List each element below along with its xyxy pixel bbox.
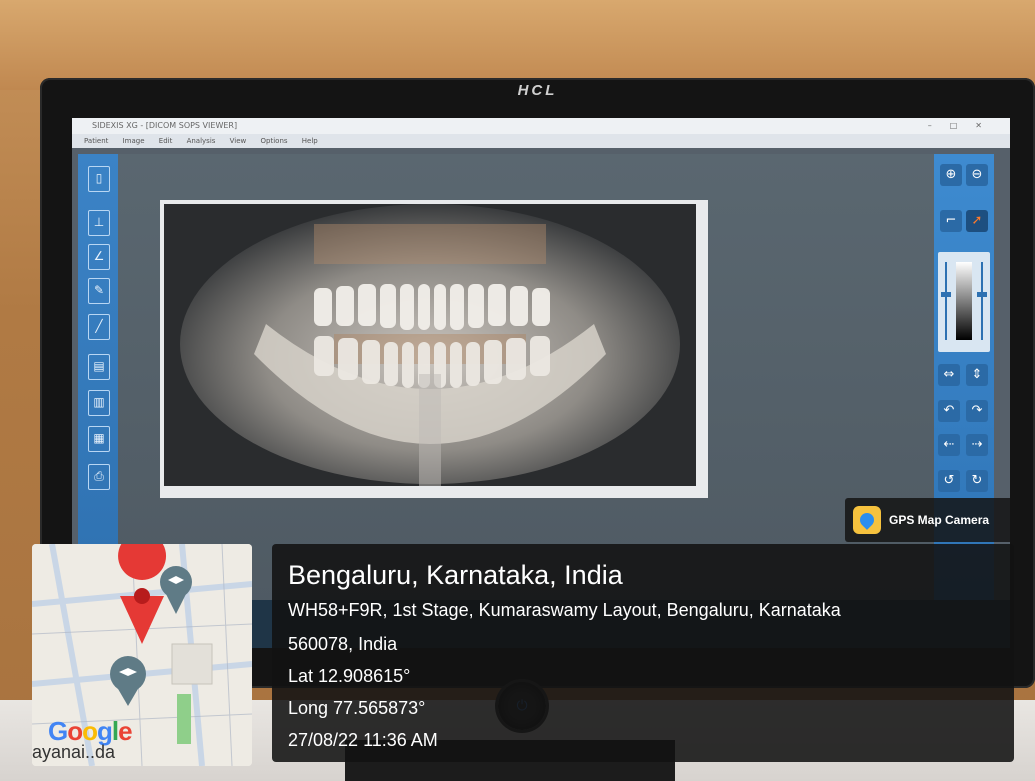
copy-icon[interactable]: ▦ [88, 426, 110, 452]
monitor-brand: HCL [517, 82, 558, 99]
gps-camera-app-icon [853, 506, 881, 534]
brightness-contrast-sliders[interactable] [938, 252, 990, 352]
longitude: Long 77.565873° [288, 698, 426, 718]
measure-point-icon[interactable]: ⌐ [940, 210, 962, 232]
flip-vertical-icon[interactable]: ⇕ [966, 364, 988, 386]
menu-view[interactable]: View [230, 137, 247, 145]
menu-bar: Patient Image Edit Analysis View Options… [72, 134, 1010, 148]
print-icon[interactable]: ⎙ [88, 464, 110, 490]
folder-icon[interactable]: ▤ [88, 354, 110, 380]
menu-edit[interactable]: Edit [159, 137, 173, 145]
window-titlebar: SIDEXIS XG - [DICOM SOPS VIEWER] –□✕ [72, 118, 1010, 134]
document-icon[interactable]: ▥ [88, 390, 110, 416]
gps-camera-tag: GPS Map Camera [845, 498, 1023, 542]
pointer-arrow-icon[interactable]: ➚ [966, 210, 988, 232]
rotate-right-icon[interactable]: ↷ [966, 400, 988, 422]
move-left-icon[interactable]: ⇠ [938, 434, 960, 456]
window-title: SIDEXIS XG - [DICOM SOPS VIEWER] [92, 121, 238, 130]
redo-icon[interactable]: ↻ [966, 470, 988, 492]
rotate-left-icon[interactable]: ↶ [938, 400, 960, 422]
wall-background [0, 0, 1035, 90]
address-line-1: WH58+F9R, 1st Stage, Kumaraswamy Layout,… [288, 600, 841, 620]
gps-camera-label: GPS Map Camera [889, 513, 990, 527]
undo-icon[interactable]: ↺ [938, 470, 960, 492]
xray-frame [160, 200, 708, 498]
line-tool-icon[interactable]: ╱ [88, 314, 110, 340]
location-info-card: Bengaluru, Karnataka, India WH58+F9R, 1s… [272, 544, 1014, 762]
window-controls[interactable]: –□✕ [928, 118, 1000, 134]
menu-image[interactable]: Image [123, 137, 145, 145]
measure-tool-icon[interactable]: ⊥ [88, 210, 110, 236]
menu-analysis[interactable]: Analysis [187, 137, 216, 145]
zoom-in-icon[interactable]: ⊕ [940, 164, 962, 186]
location-map-thumbnail: Google ayanai..da [32, 544, 252, 766]
menu-options[interactable]: Options [261, 137, 288, 145]
location-title: Bengaluru, Karnataka, India [288, 560, 623, 590]
ruler-tool-icon[interactable]: ▯ [88, 166, 110, 192]
annotation-tool-icon[interactable]: ✎ [88, 278, 110, 304]
timestamp: 27/08/22 11:36 AM [288, 730, 438, 750]
menu-patient[interactable]: Patient [84, 137, 108, 145]
move-right-icon[interactable]: ⇢ [966, 434, 988, 456]
angle-tool-icon[interactable]: ∠ [88, 244, 110, 270]
zoom-out-icon[interactable]: ⊖ [966, 164, 988, 186]
panoramic-xray-image[interactable] [164, 204, 696, 486]
menu-help[interactable]: Help [302, 137, 318, 145]
address-line-2: 560078, India [288, 634, 398, 654]
latitude: Lat 12.908615° [288, 666, 411, 686]
flip-horizontal-icon[interactable]: ⇔ [938, 364, 960, 386]
map-place-label: ayanai..da [32, 742, 116, 762]
